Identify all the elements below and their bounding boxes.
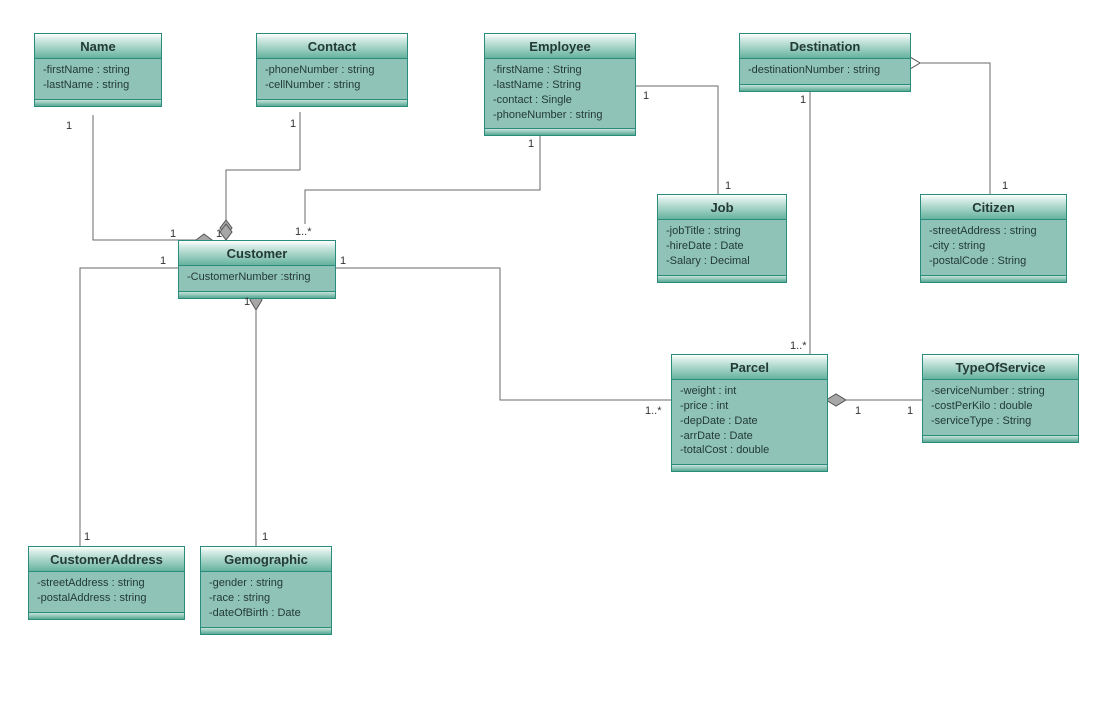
attr: -dateOfBirth : Date [209,606,325,621]
attr: -depDate : Date [680,414,821,429]
class-title: Customer [179,241,335,266]
class-footer [921,275,1066,282]
class-contact: Contact -phoneNumber : string -cellNumbe… [256,33,408,107]
class-citizen: Citizen -streetAddress : string -city : … [920,194,1067,283]
attr: -totalCost : double [680,443,821,458]
mult-label: 1 [800,94,806,106]
class-title: Parcel [672,355,827,380]
mult-label: 1 [528,138,534,150]
mult-label: 1 [725,180,731,192]
attr: -postalAddress : string [37,591,178,606]
attr: -city : string [929,239,1060,254]
attr: -streetAddress : string [929,224,1060,239]
mult-label: 1 [216,228,222,240]
class-title: Employee [485,34,635,59]
attr: -CustomerNumber :string [187,270,329,285]
class-footer [179,291,335,298]
class-customer: Customer -CustomerNumber :string [178,240,336,299]
attr: -weight : int [680,384,821,399]
attr: -contact : Single [493,93,629,108]
mult-label: 1 [907,405,913,417]
mult-label: 1..* [790,340,807,352]
attr: -phoneNumber : string [493,108,629,123]
mult-label: 1..* [645,405,662,417]
class-attrs: -firstName : String -lastName : String -… [485,59,635,128]
attr: -lastName : String [493,78,629,93]
mult-label: 1 [1002,180,1008,192]
attr: -gender : string [209,576,325,591]
attr: -postalCode : String [929,254,1060,269]
class-attrs: -jobTitle : string -hireDate : Date -Sal… [658,220,786,275]
uml-diagram-canvas: Name -firstName : string -lastName : str… [0,0,1106,713]
attr: -firstName : string [43,63,155,78]
class-gemographic: Gemographic -gender : string -race : str… [200,546,332,635]
mult-label: 1 [244,296,250,308]
mult-label: 1 [160,255,166,267]
class-typeofservice: TypeOfService -serviceNumber : string -c… [922,354,1079,443]
class-attrs: -streetAddress : string -postalAddress :… [29,572,184,612]
attr: -price : int [680,399,821,414]
attr: -arrDate : Date [680,429,821,444]
class-name: Name -firstName : string -lastName : str… [34,33,162,107]
attr: -cellNumber : string [265,78,401,93]
class-job: Job -jobTitle : string -hireDate : Date … [657,194,787,283]
attr: -phoneNumber : string [265,63,401,78]
class-destination: Destination -destinationNumber : string [739,33,911,92]
class-footer [672,464,827,471]
class-attrs: -serviceNumber : string -costPerKilo : d… [923,380,1078,435]
class-title: Citizen [921,195,1066,220]
attr: -jobTitle : string [666,224,780,239]
class-attrs: -destinationNumber : string [740,59,910,84]
class-attrs: -firstName : string -lastName : string [35,59,161,99]
class-attrs: -phoneNumber : string -cellNumber : stri… [257,59,407,99]
class-footer [740,84,910,91]
class-attrs: -CustomerNumber :string [179,266,335,291]
attr: -destinationNumber : string [748,63,904,78]
class-footer [29,612,184,619]
class-footer [485,128,635,135]
class-title: TypeOfService [923,355,1078,380]
mult-label: 1 [290,118,296,130]
attr: -lastName : string [43,78,155,93]
attr: -Salary : Decimal [666,254,780,269]
class-title: Name [35,34,161,59]
attr: -serviceNumber : string [931,384,1072,399]
mult-label: 1 [643,90,649,102]
mult-label: 1 [262,531,268,543]
attr: -race : string [209,591,325,606]
class-title: Contact [257,34,407,59]
class-attrs: -gender : string -race : string -dateOfB… [201,572,331,627]
attr: -firstName : String [493,63,629,78]
mult-label: 1 [66,120,72,132]
class-attrs: -weight : int -price : int -depDate : Da… [672,380,827,464]
class-title: Destination [740,34,910,59]
mult-label: 1 [84,531,90,543]
class-title: Job [658,195,786,220]
class-title: CustomerAddress [29,547,184,572]
class-footer [658,275,786,282]
attr: -streetAddress : string [37,576,178,591]
class-customeraddress: CustomerAddress -streetAddress : string … [28,546,185,620]
class-parcel: Parcel -weight : int -price : int -depDa… [671,354,828,472]
attr: -hireDate : Date [666,239,780,254]
mult-label: 1 [855,405,861,417]
attr: -costPerKilo : double [931,399,1072,414]
class-footer [201,627,331,634]
mult-label: 1..* [295,226,312,238]
class-title: Gemographic [201,547,331,572]
class-attrs: -streetAddress : string -city : string -… [921,220,1066,275]
mult-label: 1 [340,255,346,267]
class-employee: Employee -firstName : String -lastName :… [484,33,636,136]
class-footer [257,99,407,106]
class-footer [923,435,1078,442]
attr: -serviceType : String [931,414,1072,429]
class-footer [35,99,161,106]
mult-label: 1 [170,228,176,240]
